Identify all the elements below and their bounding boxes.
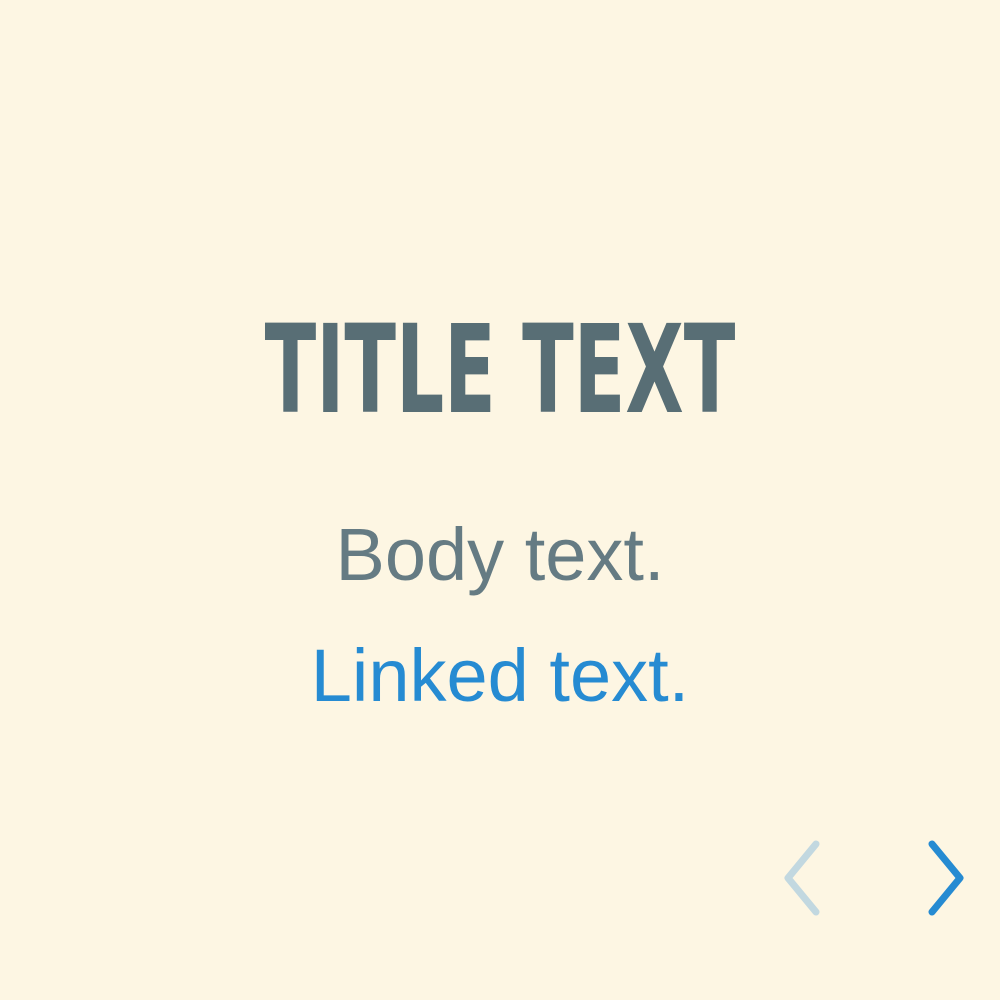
slide-body-text: Body text. — [335, 513, 665, 596]
chevron-left-icon — [784, 840, 820, 916]
next-slide-button[interactable] — [916, 838, 976, 918]
slide: TITLE TEXT Body text. Linked text. — [0, 0, 1000, 1000]
prev-slide-button[interactable] — [776, 838, 836, 918]
slide-title: TITLE TEXT — [264, 299, 736, 441]
chevron-right-icon — [928, 840, 964, 916]
slide-link[interactable]: Linked text. — [0, 626, 1000, 726]
